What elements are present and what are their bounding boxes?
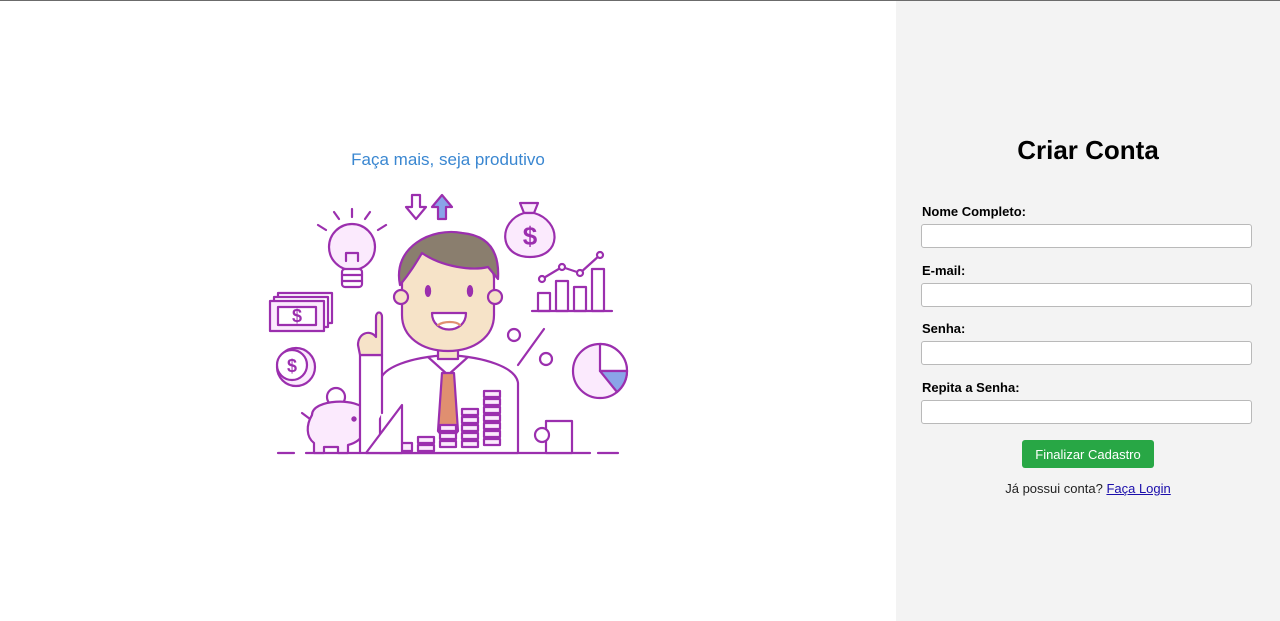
- repeat-password-label: Repita a Senha:: [922, 380, 1020, 395]
- hero-panel: Faça mais, seja produtivo $ $ $: [0, 1, 896, 621]
- hero-tagline: Faça mais, seja produtivo: [351, 150, 545, 169]
- full-name-input[interactable]: [921, 224, 1252, 248]
- signup-panel: Criar Conta Nome Completo: E-mail: Senha…: [896, 1, 1280, 621]
- lightbulb-icon: [316, 207, 388, 289]
- password-input[interactable]: [921, 341, 1252, 365]
- productive-businessman-illustration: $ $ $: [268, 193, 629, 455]
- finish-signup-button[interactable]: Finalizar Cadastro: [1022, 440, 1154, 468]
- repeat-password-input[interactable]: [921, 400, 1252, 424]
- login-link[interactable]: Faça Login: [1106, 481, 1170, 496]
- svg-text:$: $: [292, 306, 302, 326]
- svg-text:$: $: [523, 221, 538, 251]
- svg-text:$: $: [287, 356, 297, 376]
- form-title: Criar Conta: [1017, 135, 1159, 165]
- coin-icon: $: [275, 346, 317, 388]
- password-label: Senha:: [922, 321, 966, 336]
- money-bag-icon: $: [504, 201, 556, 259]
- growth-chart-icon: [530, 250, 614, 313]
- login-prompt-text: Já possui conta?: [1005, 481, 1103, 496]
- full-name-label: Nome Completo:: [922, 204, 1026, 219]
- percent-icon: [506, 327, 554, 367]
- email-label: E-mail:: [922, 263, 966, 278]
- mug-icon: [533, 419, 574, 455]
- banknotes-icon: $: [268, 291, 334, 333]
- email-input[interactable]: [921, 283, 1252, 307]
- pie-chart-icon: [571, 342, 629, 400]
- login-prompt-line: Já possui conta? Faça Login: [896, 481, 1280, 496]
- exchange-arrows-icon: [404, 193, 454, 221]
